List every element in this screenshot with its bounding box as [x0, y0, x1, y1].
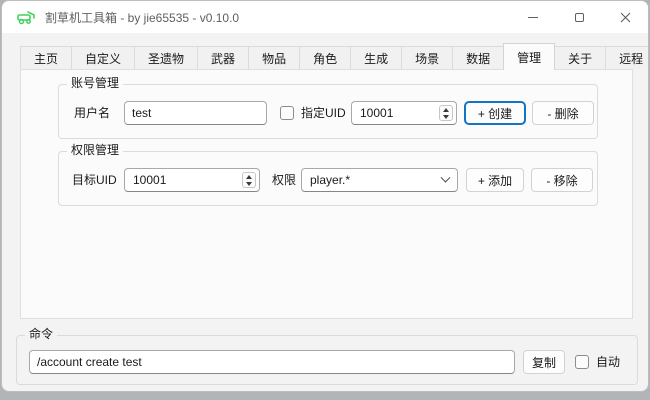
tab-item-6[interactable]: 生成: [350, 46, 402, 69]
permission-management-group: 权限管理 目标UID 10001 权限 player.* + 添加 - 移除: [58, 151, 598, 206]
spinner-down-button[interactable]: [440, 113, 452, 120]
uid-value: 10001: [360, 102, 393, 124]
specify-uid-label: 指定UID: [301, 101, 346, 125]
window-title: 割草机工具箱 - by jie65535 - v0.10.0: [45, 9, 239, 26]
tab-item-5[interactable]: 角色: [299, 46, 351, 69]
tab-strip: 主页自定义圣遗物武器物品角色生成场景数据管理关于远程: [20, 43, 649, 69]
permission-value: player.*: [310, 173, 350, 187]
tab-item-10[interactable]: 关于: [554, 46, 606, 69]
tab-item-2[interactable]: 圣遗物: [134, 46, 198, 69]
tab-item-9[interactable]: 管理: [503, 43, 555, 70]
down-arrow-icon: [246, 182, 252, 186]
close-icon: [620, 12, 631, 23]
checkbox-box[interactable]: [575, 355, 589, 369]
target-uid-value: 10001: [133, 169, 166, 191]
command-group: 命令 复制 自动: [16, 335, 638, 385]
permission-label: 权限: [272, 168, 296, 192]
maximize-button[interactable]: [556, 1, 602, 33]
group-title: 权限管理: [67, 143, 123, 158]
chevron-down-icon: [441, 172, 451, 182]
auto-label: 自动: [596, 350, 620, 374]
account-management-group: 账号管理 用户名 指定UID 10001 + 创建 - 删除: [58, 84, 598, 139]
up-arrow-icon: [443, 108, 449, 112]
app-window: 割草机工具箱 - by jie65535 - v0.10.0 主页自定义圣遗物武…: [1, 0, 649, 392]
maximize-icon: [575, 13, 584, 22]
minimize-icon: [528, 17, 538, 18]
spinner-up-button[interactable]: [440, 106, 452, 113]
minimize-button[interactable]: [510, 1, 556, 33]
down-arrow-icon: [443, 115, 449, 119]
tab-item-11[interactable]: 远程: [605, 46, 649, 69]
group-title: 命令: [25, 327, 57, 342]
spinner: [242, 172, 256, 188]
spinner-up-button[interactable]: [243, 173, 255, 180]
spinner-down-button[interactable]: [243, 180, 255, 187]
tab-item-7[interactable]: 场景: [401, 46, 453, 69]
spinner: [439, 105, 453, 121]
username-label: 用户名: [74, 101, 110, 125]
copy-button[interactable]: 复制: [523, 350, 565, 374]
window-controls: [510, 1, 648, 33]
close-button[interactable]: [602, 1, 648, 33]
delete-account-button[interactable]: - 删除: [532, 101, 594, 125]
permission-select[interactable]: player.*: [301, 168, 458, 192]
up-arrow-icon: [246, 175, 252, 179]
tab-item-8[interactable]: 数据: [452, 46, 504, 69]
tab-item-3[interactable]: 武器: [197, 46, 249, 69]
create-account-button[interactable]: + 创建: [464, 101, 526, 125]
titlebar: 割草机工具箱 - by jie65535 - v0.10.0: [2, 1, 648, 33]
group-title: 账号管理: [67, 76, 123, 91]
tab-item-1[interactable]: 自定义: [71, 46, 135, 69]
uid-stepper[interactable]: 10001: [351, 101, 457, 125]
specify-uid-checkbox[interactable]: 指定UID: [280, 101, 346, 125]
tab-item-0[interactable]: 主页: [20, 46, 72, 69]
add-permission-button[interactable]: + 添加: [466, 168, 524, 192]
remove-permission-button[interactable]: - 移除: [531, 168, 593, 192]
command-input[interactable]: [29, 350, 515, 374]
auto-checkbox[interactable]: 自动: [575, 350, 620, 374]
target-uid-label: 目标UID: [72, 168, 117, 192]
lawn-mower-icon: [15, 9, 37, 25]
tab-panel-manage: 账号管理 用户名 指定UID 10001 + 创建 - 删除 权限管理 目标UI…: [20, 69, 633, 319]
tab-item-4[interactable]: 物品: [248, 46, 300, 69]
target-uid-stepper[interactable]: 10001: [124, 168, 260, 192]
checkbox-box[interactable]: [280, 106, 294, 120]
username-input[interactable]: [124, 101, 267, 125]
